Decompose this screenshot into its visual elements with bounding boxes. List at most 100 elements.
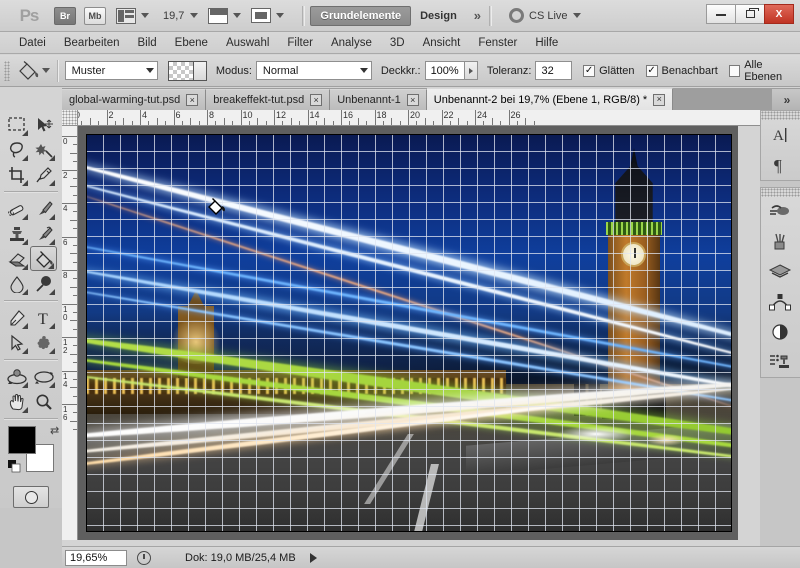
history-panel-icon[interactable]: [761, 347, 799, 377]
status-expand-button[interactable]: [309, 552, 317, 563]
pen-tool[interactable]: [3, 305, 30, 330]
menu-fenster[interactable]: Fenster: [469, 33, 526, 53]
tool-preset-chevron-icon[interactable]: [41, 68, 50, 73]
color-panel-icon[interactable]: [761, 197, 799, 227]
tab-overflow-button[interactable]: »: [772, 89, 800, 110]
pattern-picker[interactable]: [167, 60, 207, 81]
pattern-dropdown-button[interactable]: [193, 60, 207, 81]
screen-mode-menu[interactable]: [251, 8, 285, 23]
arrange-documents-menu[interactable]: [208, 7, 242, 24]
workspace-design[interactable]: Design: [411, 6, 466, 26]
menu-auswahl[interactable]: Auswahl: [217, 33, 278, 53]
foreground-color-swatch[interactable]: [8, 426, 36, 454]
clock-icon[interactable]: [137, 550, 151, 565]
cs-live-menu[interactable]: CS Live: [509, 8, 581, 23]
quick-mask-button[interactable]: [13, 486, 49, 508]
view-extras-menu[interactable]: [116, 7, 149, 24]
document-tab-breakeffekt[interactable]: breakeffekt-tut.psd ×: [206, 89, 331, 110]
opacity-slider-button[interactable]: [464, 61, 478, 80]
close-icon[interactable]: ×: [406, 94, 419, 106]
type-tool[interactable]: T: [30, 305, 57, 330]
brush-presets-panel-icon[interactable]: [761, 227, 799, 257]
clone-stamp-tool[interactable]: [3, 221, 30, 246]
paint-bucket-icon[interactable]: [16, 60, 40, 82]
eyedropper-tool[interactable]: [30, 162, 57, 187]
menu-bearbeiten[interactable]: Bearbeiten: [55, 33, 129, 53]
character-panel-icon[interactable]: A: [761, 120, 799, 150]
paths-panel-icon[interactable]: [761, 287, 799, 317]
maximize-button[interactable]: [735, 4, 765, 24]
move-tool[interactable]: [30, 112, 57, 137]
blend-mode-select[interactable]: Normal: [255, 61, 372, 80]
ruler-tick: [173, 110, 175, 125]
layers-panel-icon[interactable]: [761, 257, 799, 287]
quick-selection-tool[interactable]: [30, 137, 57, 162]
canvas-area[interactable]: [78, 126, 738, 540]
workspace-grundelemente[interactable]: Grundelemente: [310, 5, 412, 26]
orbit-3d-camera-tool[interactable]: [30, 364, 57, 389]
dodge-tool[interactable]: [30, 271, 57, 296]
hand-tool[interactable]: [3, 389, 30, 414]
document-tab-unbenannt-1[interactable]: Unbenannt-1 ×: [330, 89, 427, 110]
close-button[interactable]: X: [764, 4, 794, 24]
history-brush-tool[interactable]: [30, 221, 57, 246]
minimize-button[interactable]: [706, 4, 736, 24]
swap-colors-icon[interactable]: ⇄: [50, 424, 59, 437]
ruler-subtick: [73, 211, 77, 213]
checkbox-glaetten[interactable]: ✓ Glätten: [583, 64, 635, 77]
adjustments-panel-icon[interactable]: [761, 317, 799, 347]
fill-source-select[interactable]: Muster: [64, 61, 158, 80]
menu-3d[interactable]: 3D: [381, 33, 414, 53]
ruler-subtick: [89, 118, 91, 125]
paint-bucket-tool[interactable]: [30, 246, 57, 271]
document-tab-unbenannt-2[interactable]: Unbenannt-2 bei 19,7% (Ebene 1, RGB/8) *…: [426, 88, 674, 110]
menu-hilfe[interactable]: Hilfe: [526, 33, 567, 53]
menu-datei[interactable]: Datei: [10, 33, 55, 53]
close-icon[interactable]: ×: [186, 94, 199, 106]
lasso-tool[interactable]: [3, 137, 30, 162]
launch-mini-bridge-button[interactable]: Mb: [84, 6, 106, 25]
zoom-chevron-down-icon[interactable]: [190, 13, 199, 18]
document-image[interactable]: [86, 134, 732, 532]
zoom-level-display: 19,7: [163, 9, 185, 22]
checkbox-alle-ebenen[interactable]: Alle Ebenen: [728, 59, 800, 83]
eraser-tool[interactable]: [3, 246, 30, 271]
custom-shape-tool[interactable]: [30, 330, 57, 355]
launch-bridge-button[interactable]: Br: [54, 6, 76, 25]
opacity-input[interactable]: 100%: [424, 61, 465, 80]
close-icon[interactable]: ×: [310, 94, 323, 106]
menu-bild[interactable]: Bild: [128, 33, 165, 53]
workspace-overflow-icon[interactable]: »: [474, 8, 481, 23]
path-selection-tool[interactable]: [3, 330, 30, 355]
paragraph-panel-icon[interactable]: ¶: [761, 150, 799, 180]
checkbox-benachbart[interactable]: ✓ Benachbart: [645, 64, 718, 77]
panel-grip[interactable]: [761, 111, 800, 120]
ruler-origin-corner[interactable]: [62, 110, 78, 126]
marquee-tool[interactable]: [3, 112, 30, 137]
default-colors-icon[interactable]: [8, 460, 21, 473]
ruler-subtick: [491, 118, 493, 125]
menu-filter[interactable]: Filter: [278, 33, 322, 53]
document-tab-global-warming[interactable]: global-warming-tut.psd ×: [62, 89, 207, 110]
blur-tool[interactable]: [3, 271, 30, 296]
zoom-percent-input[interactable]: 19,65%: [65, 549, 127, 566]
ruler-tick-label: 1 2: [63, 338, 68, 355]
crop-tool[interactable]: [3, 162, 30, 187]
vertical-ruler[interactable]: 0 2 4 6 8 1 0 1 2 1 4 1 6: [62, 126, 78, 540]
menu-ansicht[interactable]: Ansicht: [414, 33, 470, 53]
ruler-tick-label: 8: [63, 271, 68, 280]
menu-ebene[interactable]: Ebene: [166, 33, 217, 53]
horizontal-ruler[interactable]: 02468101214161820222426: [62, 110, 800, 126]
panel-grip-2[interactable]: [761, 188, 800, 197]
ruler-tick: [408, 110, 409, 125]
tolerance-input[interactable]: 32: [535, 61, 573, 80]
rotate-3d-tool[interactable]: [3, 364, 30, 389]
options-bar-grip[interactable]: [4, 60, 10, 81]
paint-bucket-cursor: [206, 196, 226, 216]
menu-analyse[interactable]: Analyse: [322, 33, 381, 53]
toolbox-panel: T ⇄: [0, 110, 62, 568]
brush-tool[interactable]: [30, 196, 57, 221]
spot-healing-brush-tool[interactable]: [3, 196, 30, 221]
zoom-tool[interactable]: [30, 389, 57, 414]
close-icon[interactable]: ×: [653, 93, 666, 106]
